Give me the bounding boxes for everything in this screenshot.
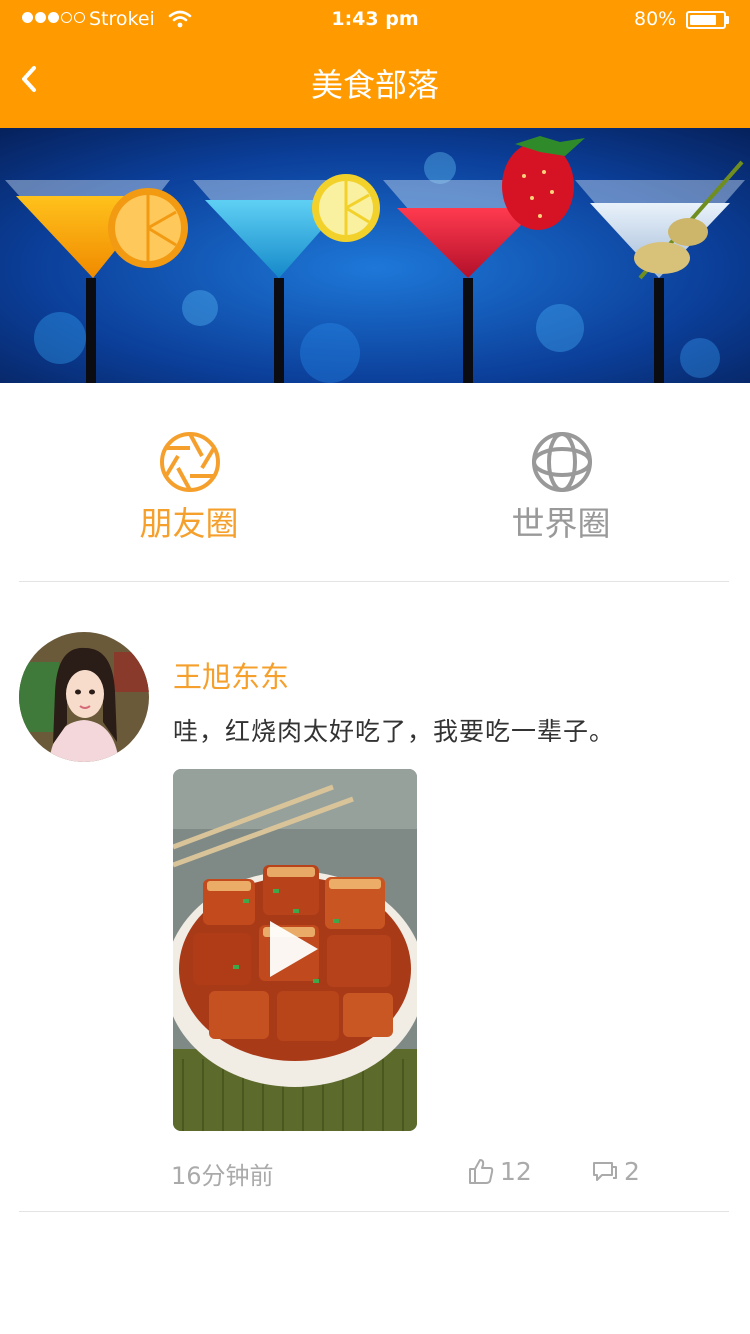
battery-icon bbox=[686, 11, 726, 29]
comment-count: 2 bbox=[624, 1156, 640, 1186]
thumbs-up-icon bbox=[469, 1159, 494, 1184]
cocktails-illustration bbox=[0, 128, 750, 383]
tab-friends-circle-label: 朋友圈 bbox=[139, 504, 239, 543]
status-bar: Strokei 1:43 pm 80% bbox=[0, 0, 750, 40]
tab-world-circle-label: 世界圈 bbox=[511, 504, 611, 543]
battery-percent: 80% bbox=[634, 8, 677, 30]
globe-icon bbox=[532, 432, 592, 492]
post-video[interactable] bbox=[173, 769, 417, 1131]
tab-world-circle[interactable]: 世界圈 bbox=[461, 431, 661, 543]
post-text: 哇，红烧肉太好吃了，我要吃一辈子。 bbox=[173, 717, 616, 746]
post-divider bbox=[19, 1211, 729, 1212]
braised-pork-thumbnail bbox=[173, 769, 417, 1131]
aperture-icon bbox=[160, 432, 220, 492]
banner-image[interactable] bbox=[0, 128, 750, 383]
avatar[interactable] bbox=[19, 632, 149, 762]
like-count: 12 bbox=[500, 1156, 532, 1186]
comment-icon bbox=[593, 1162, 617, 1181]
avatar-image bbox=[19, 632, 149, 762]
app-header: Strokei 1:43 pm 80% 美食部落 bbox=[0, 0, 750, 128]
battery-nub bbox=[726, 16, 729, 24]
tab-friends-circle[interactable]: 朋友圈 bbox=[89, 431, 289, 543]
battery-level bbox=[690, 15, 716, 25]
post-timestamp: 16分钟前 bbox=[171, 1162, 274, 1190]
post-author[interactable]: 王旭东东 bbox=[173, 654, 289, 696]
circle-tabs: 朋友圈 世界圈 bbox=[0, 383, 750, 582]
comment-button[interactable]: 2 bbox=[592, 1154, 640, 1188]
page-title: 美食部落 bbox=[310, 66, 439, 104]
feed-post: 王旭东东 哇，红烧肉太好吃了，我要吃一辈子。 16分钟前 12 2 bbox=[0, 582, 750, 1212]
like-button[interactable]: 12 bbox=[468, 1154, 532, 1188]
